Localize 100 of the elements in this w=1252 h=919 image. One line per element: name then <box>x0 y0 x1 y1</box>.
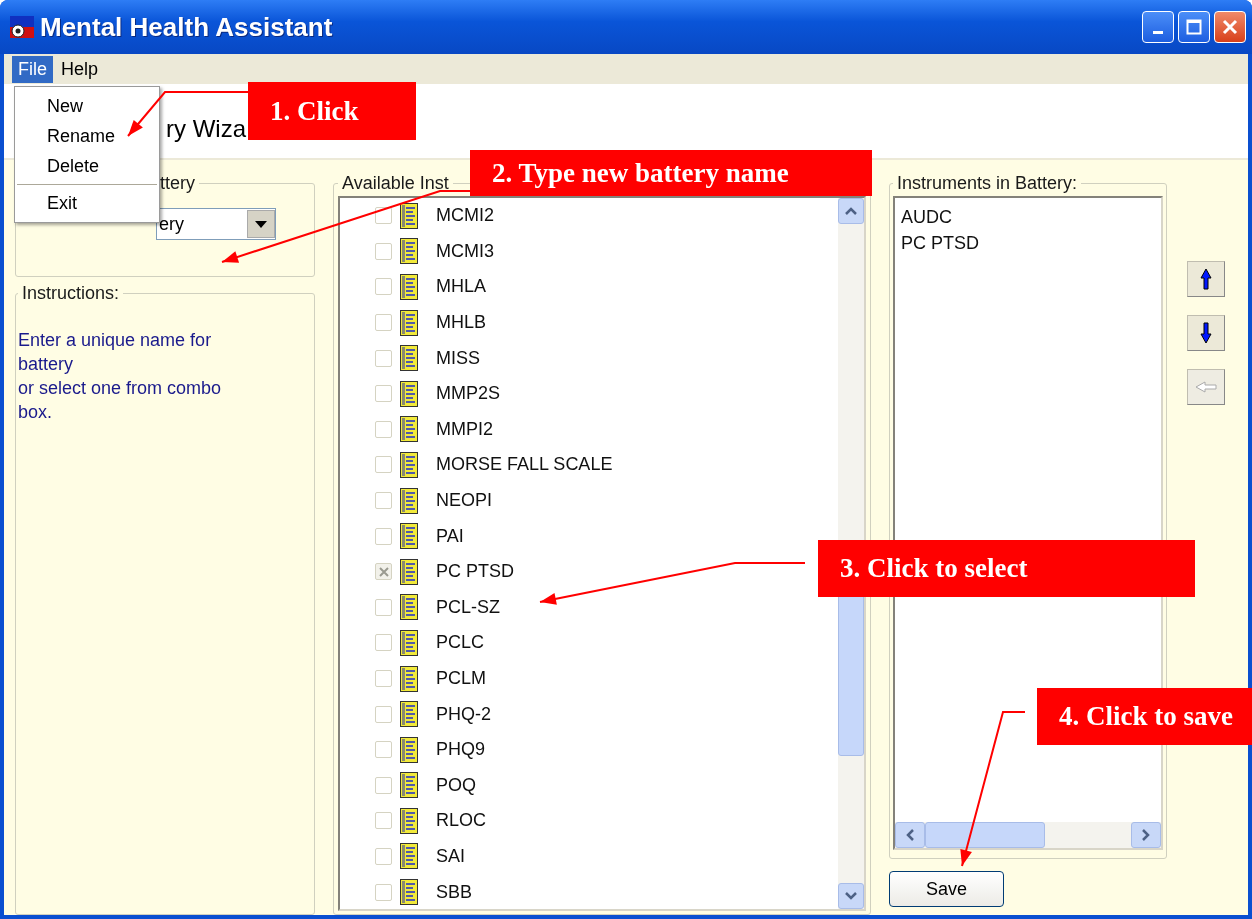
battery-combo-box[interactable]: ery <box>156 208 276 240</box>
vertical-scrollbar[interactable] <box>838 198 864 909</box>
checkbox[interactable] <box>375 848 392 865</box>
document-icon <box>400 451 418 478</box>
document-icon <box>400 594 418 621</box>
group-label: Available Inst <box>341 173 450 194</box>
document-icon <box>400 843 418 870</box>
minimize-button[interactable] <box>1142 11 1174 43</box>
menu-option[interactable]: New <box>15 91 159 121</box>
instrument-name[interactable]: PAI <box>436 525 464 547</box>
scroll-right-button[interactable] <box>1131 822 1161 848</box>
checkbox[interactable] <box>375 242 392 260</box>
document-icon <box>400 701 418 728</box>
arrow-up-icon <box>1200 268 1212 290</box>
checkbox[interactable] <box>375 563 392 581</box>
app-icon <box>10 16 34 38</box>
instrument-name[interactable]: MORSE FALL SCALE <box>436 454 613 476</box>
move-down-button[interactable] <box>1187 315 1225 351</box>
close-icon <box>1222 19 1238 35</box>
document-icon <box>400 736 418 763</box>
maximize-button[interactable] <box>1178 11 1210 43</box>
document-icon <box>400 202 418 229</box>
instructions-text: Enter a unique name for battery or select one from combo box. <box>18 329 223 424</box>
instrument-name[interactable]: MISS <box>436 347 480 369</box>
dropdown-button[interactable] <box>247 210 275 238</box>
instrument-name[interactable]: SAI <box>436 846 465 867</box>
instrument-name[interactable]: PHQ-2 <box>436 703 491 725</box>
document-icon <box>400 416 418 443</box>
checkbox[interactable] <box>375 385 392 403</box>
checkbox[interactable] <box>375 527 392 545</box>
document-icon <box>400 238 418 265</box>
minimize-icon <box>1153 30 1163 34</box>
checkbox[interactable] <box>375 314 392 332</box>
chevron-up-icon <box>845 207 857 215</box>
window-title: Mental Health Assistant <box>40 11 333 43</box>
group-label: Instructions: <box>21 283 121 304</box>
menu-item[interactable]: Help <box>55 55 105 83</box>
checkbox[interactable] <box>375 349 392 367</box>
menu-option[interactable]: Delete <box>15 151 159 181</box>
checkbox[interactable] <box>375 812 392 830</box>
document-icon <box>400 629 418 656</box>
battery-instrument[interactable]: AUDC <box>901 204 952 230</box>
menu-option[interactable]: Rename <box>15 121 159 151</box>
menu-item[interactable]: File <box>12 55 53 83</box>
instrument-name[interactable]: MHLB <box>436 312 486 334</box>
close-button[interactable] <box>1214 11 1246 43</box>
group-label: Instruments in Battery: <box>896 173 1079 194</box>
instrument-name[interactable]: MHLA <box>436 276 486 298</box>
scroll-down-button[interactable] <box>838 883 864 909</box>
document-icon <box>400 345 418 372</box>
scroll-thumb[interactable] <box>925 822 1045 848</box>
instrument-name[interactable]: PCLC <box>436 632 484 654</box>
menu-option[interactable]: Exit <box>15 188 159 218</box>
arrow-down-icon <box>1200 322 1212 344</box>
checkbox[interactable] <box>375 883 392 901</box>
instrument-name[interactable]: MCMI2 <box>436 205 494 227</box>
callout-tooltip: 3. Click to select <box>818 540 1195 597</box>
scroll-up-button[interactable] <box>838 198 864 224</box>
document-icon <box>400 772 418 799</box>
document-icon <box>400 274 418 300</box>
checkbox[interactable] <box>375 492 392 510</box>
arrow-left-icon <box>1195 381 1217 393</box>
scroll-left-button[interactable] <box>895 822 925 848</box>
checkbox[interactable] <box>375 420 392 438</box>
checkbox[interactable] <box>375 598 392 616</box>
checkbox[interactable] <box>375 741 392 759</box>
wizard-title: ry Wiza <box>166 115 246 143</box>
save-button[interactable]: Save <box>889 871 1004 907</box>
horizontal-scrollbar[interactable] <box>895 822 1161 848</box>
checkbox[interactable] <box>375 278 392 296</box>
instrument-name[interactable]: MCMI3 <box>436 240 494 262</box>
callout-tooltip: 2. Type new battery name <box>470 150 872 196</box>
chevron-left-icon <box>906 829 914 841</box>
move-up-button[interactable] <box>1187 261 1225 297</box>
checkbox[interactable] <box>375 456 392 474</box>
instrument-name[interactable]: POQ <box>436 774 476 796</box>
instrument-name[interactable]: SBB <box>436 881 473 903</box>
document-icon <box>400 309 418 336</box>
checkbox[interactable] <box>375 776 392 794</box>
instrument-name[interactable]: RLOC <box>436 810 486 832</box>
callout-tooltip: 1. Click <box>248 82 416 140</box>
document-icon <box>400 807 418 834</box>
maximize-icon <box>1186 19 1202 35</box>
document-icon <box>400 665 418 692</box>
checkbox[interactable] <box>375 634 392 652</box>
instrument-name[interactable]: PCL-SZ <box>436 596 500 618</box>
instrument-name[interactable]: PHQ9 <box>436 739 486 761</box>
checkbox[interactable] <box>375 670 392 687</box>
instrument-name[interactable]: NEOPI <box>436 490 492 512</box>
instrument-name[interactable]: PC PTSD <box>436 561 514 583</box>
chevron-down-icon <box>845 892 857 900</box>
group-label: ttery <box>159 173 196 194</box>
instrument-name[interactable]: MMPI2 <box>436 418 493 440</box>
document-icon <box>400 558 418 585</box>
checkbox[interactable] <box>375 705 392 723</box>
caret-icon <box>255 220 267 228</box>
instrument-name[interactable]: PCLM <box>436 668 486 689</box>
battery-instrument[interactable]: PC PTSD <box>901 230 979 256</box>
document-icon <box>400 523 418 550</box>
instrument-name[interactable]: MMP2S <box>436 383 500 405</box>
